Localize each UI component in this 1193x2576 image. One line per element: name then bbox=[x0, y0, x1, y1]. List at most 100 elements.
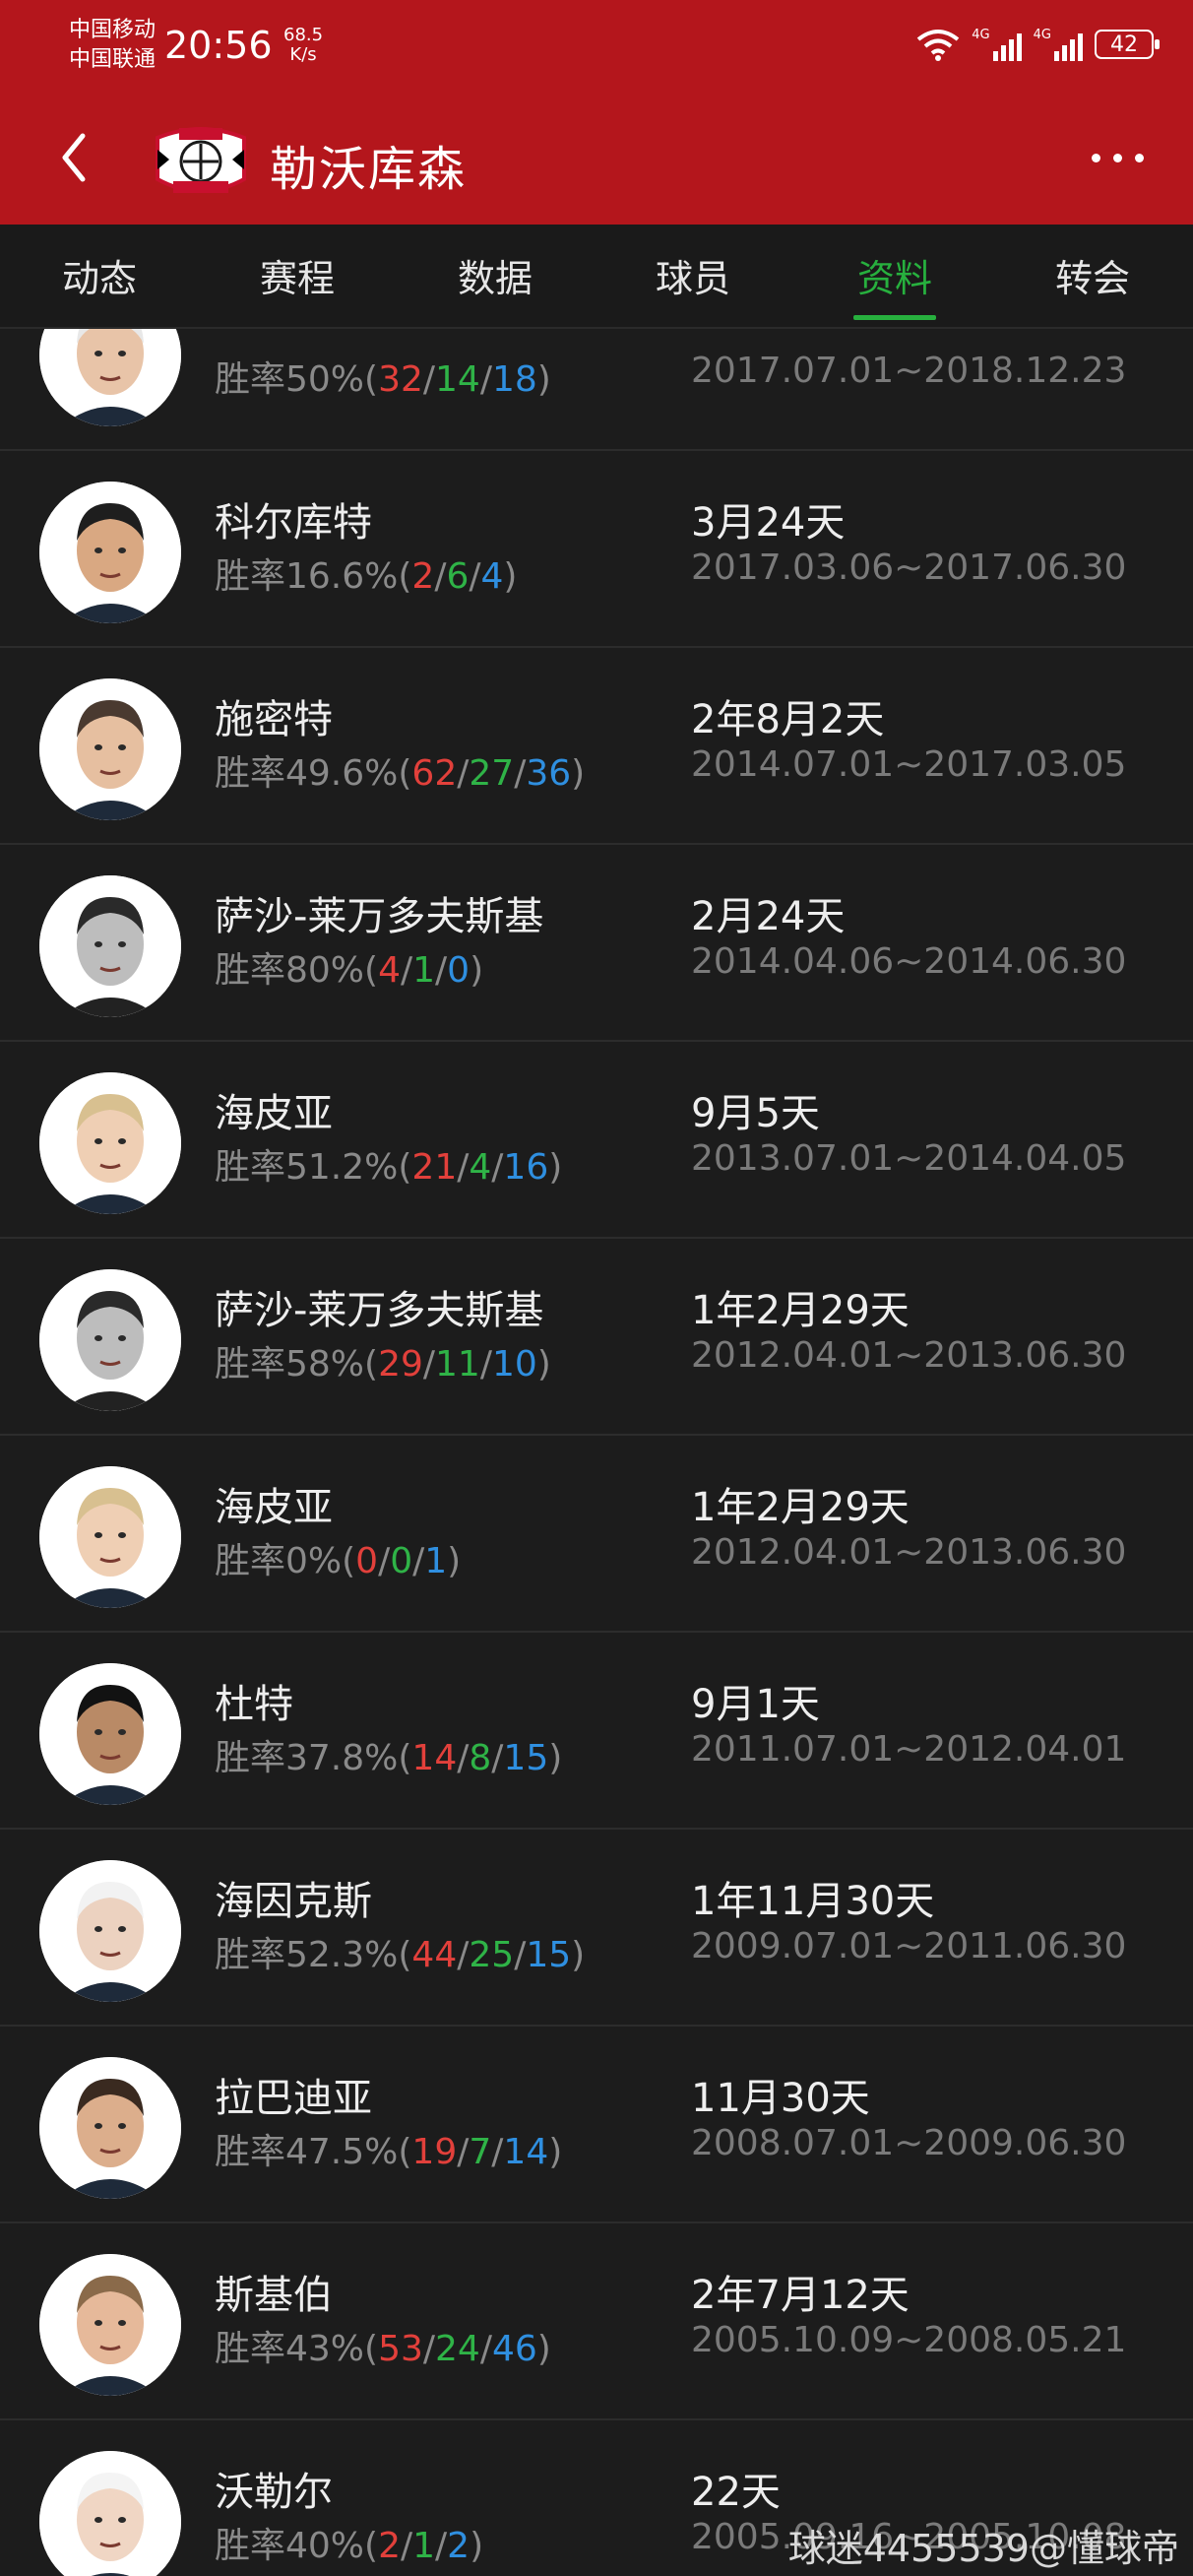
active-tab-indicator bbox=[853, 315, 936, 320]
coach-row[interactable]: 施密特 胜率49.6%(62/27/36) 2年8月2天 2014.07.01~201… bbox=[0, 650, 1193, 845]
coach-row[interactable]: 萨沙-莱万多夫斯基 胜率58%(29/11/10) 1年2月29天 2012.04.0… bbox=[0, 1241, 1193, 1436]
losses-count: 15 bbox=[503, 1738, 549, 1778]
draws-count: 24 bbox=[435, 2329, 480, 2369]
tab-players[interactable]: 球员 bbox=[619, 248, 767, 302]
coach-name: 施密特 bbox=[215, 697, 333, 742]
draws-count: 0 bbox=[390, 1541, 413, 1581]
coach-avatar bbox=[39, 1860, 181, 2002]
draws-count: 25 bbox=[469, 1935, 515, 1975]
app-header-bar: 中国移动 中国联通 20:56 68.5 K/s 4G 4G 42 勒沃库森 bbox=[0, 0, 1193, 225]
coach-name: 海皮亚 bbox=[215, 1485, 333, 1530]
tenure-duration: 2月24天 bbox=[691, 894, 846, 939]
coach-name: 杜特 bbox=[215, 1682, 293, 1727]
wins-count: 21 bbox=[411, 1147, 458, 1188]
coach-avatar bbox=[39, 678, 181, 820]
tab-news[interactable]: 动态 bbox=[26, 248, 173, 302]
network-speed-unit: K/s bbox=[289, 44, 317, 65]
more-horizontal-icon bbox=[1092, 154, 1100, 162]
battery-level: 42 bbox=[1110, 32, 1138, 57]
losses-count: 2 bbox=[447, 2526, 471, 2566]
battery-icon: 42 bbox=[1095, 30, 1160, 59]
wins-count: 14 bbox=[411, 1738, 458, 1778]
back-button[interactable] bbox=[53, 128, 112, 193]
coach-row[interactable]: 海皮亚 胜率51.2%(21/4/16) 9月5天 2013.07.01~2014.0… bbox=[0, 1044, 1193, 1239]
network-speed: 68.5 K/s bbox=[283, 26, 323, 65]
draws-count: 11 bbox=[435, 1344, 480, 1385]
coach-avatar bbox=[39, 1072, 181, 1214]
coach-win-rate: 胜率58%(29/11/10) bbox=[215, 1344, 551, 1385]
coach-name: 沃勒尔 bbox=[215, 2470, 333, 2515]
losses-count: 14 bbox=[503, 2132, 549, 2172]
wifi-icon bbox=[917, 30, 960, 61]
coach-history-list: 胜率50%(32/14/18) 2017.07.01~2018.12.23 科尔库特… bbox=[0, 329, 1193, 2576]
tenure-duration: 9月1天 bbox=[691, 1682, 820, 1727]
draws-count: 4 bbox=[469, 1147, 492, 1188]
coach-win-rate: 胜率52.3%(44/25/15) bbox=[215, 1935, 586, 1975]
coach-avatar bbox=[39, 329, 181, 426]
coach-row[interactable]: 杜特胜率37.8%(14/8/15) 9月1天 2011.07.01~2012.04… bbox=[0, 1635, 1193, 1830]
coach-name: 拉巴迪亚 bbox=[215, 2076, 372, 2121]
draws-count: 1 bbox=[412, 950, 436, 991]
wins-count: 32 bbox=[378, 359, 423, 400]
more-button[interactable] bbox=[1092, 154, 1144, 162]
losses-count: 1 bbox=[424, 1541, 448, 1581]
wins-count: 44 bbox=[411, 1935, 458, 1975]
coach-name: 萨沙-莱万多夫斯基 bbox=[215, 894, 544, 939]
coach-row[interactable]: 科尔库特 胜率16.6%(2/6/4) 3月24天 2017.03.06~2017.0… bbox=[0, 453, 1193, 648]
wins-count: 62 bbox=[411, 753, 458, 794]
page-header: 勒沃库森 bbox=[0, 98, 1193, 225]
coach-win-rate: 胜率16.6%(2/6/4) bbox=[215, 556, 518, 597]
tab-transfers[interactable]: 转会 bbox=[1019, 248, 1166, 302]
tenure-period: 2011.07.01~2012.04.01 bbox=[691, 1729, 1127, 1770]
losses-count: 0 bbox=[447, 950, 471, 991]
page-title: 勒沃库森 bbox=[270, 142, 468, 197]
tenure-duration: 22天 bbox=[691, 2470, 781, 2515]
tab-stats[interactable]: 数据 bbox=[421, 248, 569, 302]
signal-icon-1: 4G bbox=[972, 28, 1022, 61]
wins-count: 0 bbox=[355, 1541, 379, 1581]
signal-icon-2: 4G bbox=[1034, 28, 1083, 61]
draws-count: 7 bbox=[469, 2132, 492, 2172]
losses-count: 4 bbox=[480, 556, 504, 597]
coach-win-rate: 胜率37.8%(14/8/15) bbox=[215, 1738, 563, 1778]
bayer-leverkusen-crest-icon bbox=[150, 120, 252, 203]
tenure-period: 2013.07.01~2014.04.05 bbox=[691, 1138, 1127, 1179]
tenure-duration: 1年2月29天 bbox=[691, 1485, 910, 1530]
coach-avatar bbox=[39, 1663, 181, 1805]
tenure-duration: 3月24天 bbox=[691, 500, 846, 546]
coach-row[interactable]: 斯基伯 胜率43%(53/24/46) 2年7月12天 2005.10.09~2008… bbox=[0, 2225, 1193, 2420]
carrier-2: 中国联通 bbox=[69, 47, 157, 72]
wins-count: 2 bbox=[378, 2526, 401, 2566]
tenure-duration: 2年7月12天 bbox=[691, 2273, 910, 2318]
coach-row[interactable]: 拉巴迪亚 胜率47.5%(19/7/14) 11月30天 2008.07.01~200… bbox=[0, 2029, 1193, 2223]
draws-count: 8 bbox=[469, 1738, 492, 1778]
coach-name: 海皮亚 bbox=[215, 1091, 333, 1136]
wins-count: 4 bbox=[378, 950, 401, 991]
coach-avatar bbox=[39, 875, 181, 1017]
watermark: 球迷4455539@懂球帝 bbox=[787, 2527, 1179, 2570]
tab-schedule[interactable]: 赛程 bbox=[223, 248, 371, 302]
tenure-duration: 1年11月30天 bbox=[691, 1879, 935, 1924]
carrier-info: 中国移动 中国联通 bbox=[69, 16, 156, 75]
wins-count: 29 bbox=[378, 1344, 423, 1385]
coach-row[interactable]: 海皮亚 胜率0%(0/0/1) 1年2月29天 2012.04.01~2013.06.… bbox=[0, 1438, 1193, 1633]
losses-count: 36 bbox=[526, 753, 572, 794]
coach-row[interactable]: 海因克斯 胜率52.3%(44/25/15) 1年11月30天 2009.07.01~… bbox=[0, 1832, 1193, 2027]
tenure-period: 2008.07.01~2009.06.30 bbox=[691, 2123, 1127, 2163]
carrier-1: 中国移动 bbox=[69, 18, 157, 42]
tenure-period: 2014.04.06~2014.06.30 bbox=[691, 941, 1127, 982]
coach-avatar bbox=[39, 2057, 181, 2199]
coach-row[interactable]: 胜率50%(32/14/18) 2017.07.01~2018.12.23 bbox=[0, 329, 1193, 451]
coach-win-rate: 胜率47.5%(19/7/14) bbox=[215, 2132, 563, 2172]
tenure-duration: 2年8月2天 bbox=[691, 697, 885, 742]
tab-profile[interactable]: 资料 bbox=[821, 248, 969, 302]
coach-row[interactable]: 萨沙-莱万多夫斯基 胜率80%(4/1/0) 2月24天 2014.04.06~201… bbox=[0, 847, 1193, 1042]
wins-count: 53 bbox=[378, 2329, 423, 2369]
tenure-period: 2017.07.01~2018.12.23 bbox=[691, 351, 1127, 391]
coach-name: 萨沙-莱万多夫斯基 bbox=[215, 1288, 544, 1333]
coach-avatar bbox=[39, 1466, 181, 1608]
tenure-period: 2012.04.01~2013.06.30 bbox=[691, 1532, 1127, 1573]
draws-count: 14 bbox=[435, 359, 480, 400]
wins-count: 19 bbox=[411, 2132, 458, 2172]
network-speed-value: 68.5 bbox=[283, 25, 324, 45]
